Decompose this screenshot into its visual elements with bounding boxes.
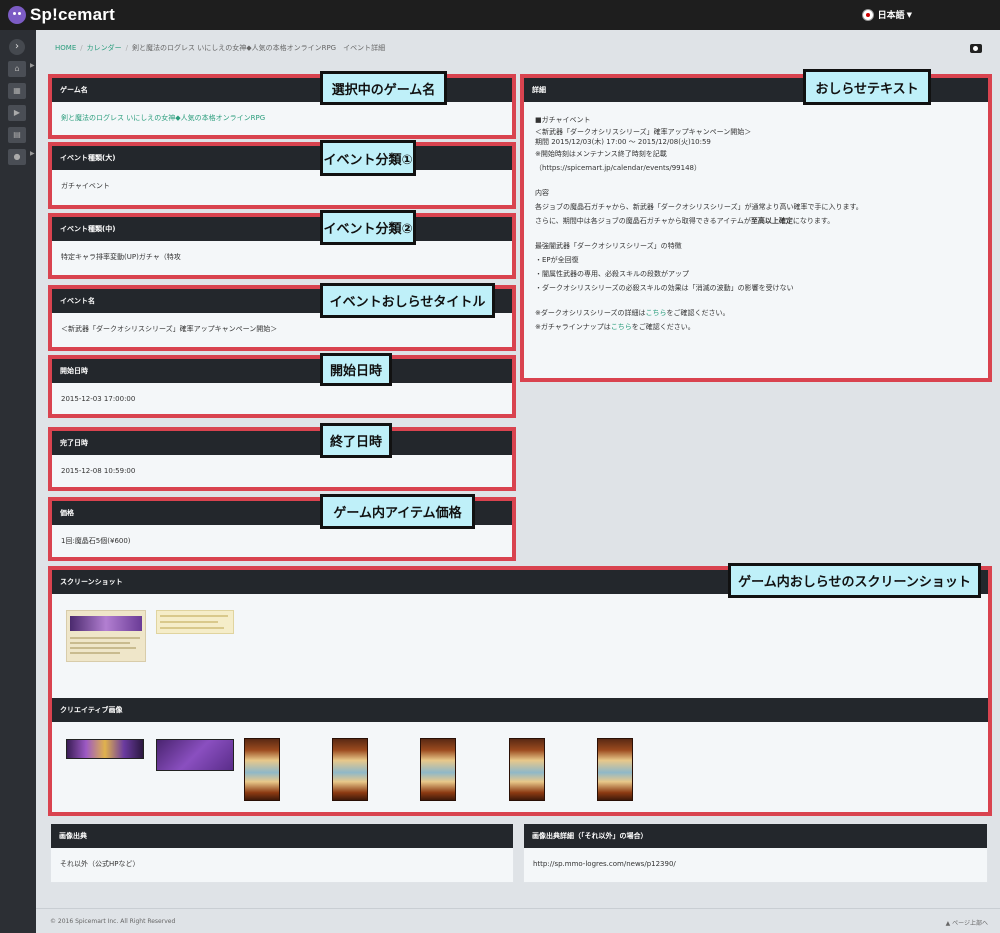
japan-flag-icon [861, 8, 874, 21]
start-date-value: 2015-12-03 17:00:00 [61, 395, 136, 403]
image-source-detail-panel: 画像出典詳細（「それ以外」の場合） http://sp.mmo-logres.c… [523, 823, 988, 883]
back-to-top-link[interactable]: ▲ ページ上部へ [946, 918, 988, 927]
breadcrumb-current: 剣と魔法のログレス いにしえの女神◆人気の本格オンラインRPG イベント詳細 [131, 44, 386, 52]
logo-mascot-icon [8, 6, 26, 24]
callout-notice-text: おしらせテキスト [803, 69, 931, 105]
creative-card-image[interactable] [420, 738, 456, 801]
sidebar: › ⌂ ▦ ▶ ▤ ● ▶ ▶ [0, 30, 36, 933]
submenu-arrow-icon: ▶ [30, 62, 35, 69]
panel-header: イベント種類(中) [52, 217, 512, 241]
screenshot-thumbnail[interactable] [66, 610, 146, 662]
callout-end: 終了日時 [320, 423, 392, 458]
creative-card-image[interactable] [244, 738, 280, 801]
logo[interactable]: Sp!cemart [8, 5, 115, 25]
panel-header: イベント種類(大) [52, 146, 512, 170]
top-bar: Sp!cemart 日本語 ▼ [0, 0, 1000, 30]
screenshot-thumbnail[interactable] [156, 610, 234, 634]
creative-banner-image[interactable] [156, 739, 234, 771]
game-name-link[interactable]: 剣と魔法のログレス いにしえの女神◆人気の本格オンラインRPG [52, 102, 512, 136]
event-name-value: ＜新武器「ダークオシリスシリーズ」確率アップキャンペーン開始＞ [61, 325, 278, 333]
chevron-down-icon: ▼ [906, 10, 912, 19]
camera-icon[interactable] [970, 44, 982, 53]
creative-card-image[interactable] [332, 738, 368, 801]
event-type-major-value: ガチャイベント [61, 182, 110, 190]
end-date-panel: 完了日時 2015-12-08 10:59:00 [48, 427, 516, 491]
sidebar-expand-icon[interactable]: › [9, 39, 25, 55]
user-icon[interactable]: ● [8, 149, 26, 165]
calendar-icon[interactable]: ▦ [8, 83, 26, 99]
panel-header: 画像出典詳細（「それ以外」の場合） [524, 824, 987, 848]
creative-section: クリエイティブ画像 [52, 698, 988, 812]
callout-price: ゲーム内アイテム価格 [320, 494, 475, 529]
creative-banner-image[interactable] [66, 739, 144, 759]
osiris-detail-link[interactable]: こちら [646, 309, 667, 317]
callout-game-name: 選択中のゲーム名 [320, 71, 447, 105]
price-value: 1回:魔晶石5個(¥600) [61, 537, 131, 545]
panel-header: 画像出典 [51, 824, 513, 848]
callout-start: 開始日時 [320, 353, 392, 386]
language-label: 日本語 [877, 11, 905, 21]
creative-card-image[interactable] [597, 738, 633, 801]
home-icon[interactable]: ⌂ [8, 61, 26, 77]
image-source-value: それ以外（公式HPなど） [60, 860, 140, 868]
copyright: © 2016 Spicemart Inc. All Right Reserved [50, 918, 176, 925]
footer: © 2016 Spicemart Inc. All Right Reserved… [36, 908, 1000, 933]
video-icon[interactable]: ▶ [8, 105, 26, 121]
creative-card-image[interactable] [509, 738, 545, 801]
end-date-value: 2015-12-08 10:59:00 [61, 467, 136, 475]
logo-text: Sp!cemart [30, 5, 115, 24]
event-type-mid-panel: イベント種類(中) 特定キャラ排率変動(UP)ガチャ（特攻 [48, 213, 516, 279]
event-type-mid-value: 特定キャラ排率変動(UP)ガチャ（特攻 [61, 253, 181, 261]
image-source-panel: 画像出典 それ以外（公式HPなど） [50, 823, 514, 883]
panel-header: 完了日時 [52, 431, 512, 455]
breadcrumb-home[interactable]: HOME [55, 44, 76, 52]
detail-text: ■ガチャイベント ＜新武器「ダークオシリスシリーズ」確率アップキャンペーン開始＞… [535, 116, 863, 331]
callout-event-type-1: イベント分類① [320, 140, 416, 176]
document-icon[interactable]: ▤ [8, 127, 26, 143]
start-date-panel: 開始日時 2015-12-03 17:00:00 [48, 355, 516, 418]
language-selector[interactable]: 日本語 ▼ [861, 8, 912, 21]
breadcrumb: HOME / カレンダー / 剣と魔法のログレス いにしえの女神◆人気の本格オンラインR… [55, 44, 386, 52]
panel-header: クリエイティブ画像 [52, 698, 988, 722]
image-source-detail-value: http://sp.mmo-logres.com/news/p12390/ [533, 860, 676, 868]
callout-event-type-2: イベント分類② [320, 210, 416, 245]
submenu-arrow-icon: ▶ [30, 150, 35, 157]
callout-screenshot: ゲーム内おしらせのスクリーンショット [728, 563, 981, 598]
breadcrumb-calendar[interactable]: カレンダー [87, 44, 122, 52]
detail-panel: 詳細 ■ガチャイベント ＜新武器「ダークオシリスシリーズ」確率アップキャンペーン… [520, 74, 992, 382]
gacha-lineup-link[interactable]: こちら [611, 323, 632, 331]
callout-event-title: イベントおしらせタイトル [320, 283, 495, 318]
panel-header: 開始日時 [52, 359, 512, 383]
event-type-major-panel: イベント種類(大) ガチャイベント [48, 142, 516, 209]
media-panel: スクリーンショット クリエイティブ画像 [48, 566, 992, 816]
